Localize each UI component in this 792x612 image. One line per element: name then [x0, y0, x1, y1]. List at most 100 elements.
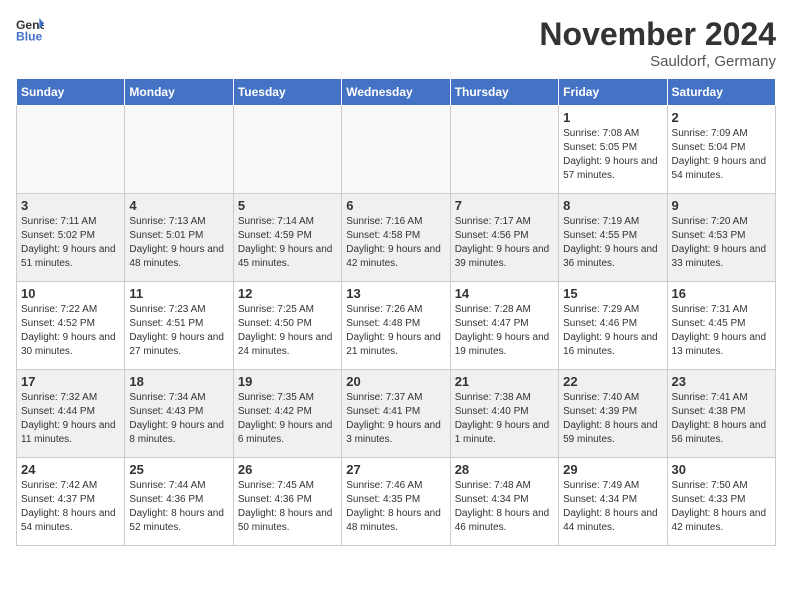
calendar-cell: 7 Sunrise: 7:17 AM Sunset: 4:56 PM Daylig…	[450, 194, 558, 282]
day-number: 9	[672, 198, 771, 213]
day-detail: Sunrise: 7:37 AM Sunset: 4:41 PM Dayligh…	[346, 391, 445, 447]
day-header-tuesday: Tuesday	[233, 79, 341, 106]
day-number: 11	[129, 286, 228, 301]
calendar-cell	[233, 106, 341, 194]
calendar-cell: 24 Sunrise: 7:42 AM Sunset: 4:37 PM Dayli…	[17, 458, 125, 546]
day-number: 8	[563, 198, 662, 213]
month-title: November 2024	[539, 16, 776, 53]
day-detail: Sunrise: 7:34 AM Sunset: 4:43 PM Dayligh…	[129, 391, 228, 447]
calendar-week-1: 1 Sunrise: 7:08 AM Sunset: 5:05 PM Daylig…	[17, 106, 776, 194]
day-header-thursday: Thursday	[450, 79, 558, 106]
calendar-cell	[342, 106, 450, 194]
svg-text:Blue: Blue	[16, 29, 43, 43]
calendar-week-5: 24 Sunrise: 7:42 AM Sunset: 4:37 PM Dayli…	[17, 458, 776, 546]
day-detail: Sunrise: 7:29 AM Sunset: 4:46 PM Dayligh…	[563, 303, 662, 359]
calendar-cell: 12 Sunrise: 7:25 AM Sunset: 4:50 PM Dayli…	[233, 282, 341, 370]
day-detail: Sunrise: 7:23 AM Sunset: 4:51 PM Dayligh…	[129, 303, 228, 359]
calendar-cell: 19 Sunrise: 7:35 AM Sunset: 4:42 PM Dayli…	[233, 370, 341, 458]
calendar-cell: 27Sunrise: 7:46 AM Sunset: 4:35 PM Dayli…	[342, 458, 450, 546]
day-number: 20	[346, 374, 445, 389]
day-number: 22	[563, 374, 662, 389]
day-detail: Sunrise: 7:19 AM Sunset: 4:55 PM Dayligh…	[563, 215, 662, 271]
location-subtitle: Sauldorf, Germany	[539, 53, 776, 70]
day-detail: Sunrise: 7:35 AM Sunset: 4:42 PM Dayligh…	[238, 391, 337, 447]
calendar-cell: 15 Sunrise: 7:29 AM Sunset: 4:46 PM Dayli…	[559, 282, 667, 370]
day-number: 1	[563, 110, 662, 125]
day-detail: Sunrise: 7:44 AM Sunset: 4:36 PM Dayligh…	[129, 479, 228, 535]
day-detail: Sunrise: 7:50 AM Sunset: 4:33 PM Dayligh…	[672, 479, 771, 535]
calendar-cell: 25 Sunrise: 7:44 AM Sunset: 4:36 PM Dayli…	[125, 458, 233, 546]
calendar-body: 1 Sunrise: 7:08 AM Sunset: 5:05 PM Daylig…	[17, 106, 776, 546]
day-header-saturday: Saturday	[667, 79, 775, 106]
calendar-cell: 20 Sunrise: 7:37 AM Sunset: 4:41 PM Dayli…	[342, 370, 450, 458]
day-detail: Sunrise: 7:49 AM Sunset: 4:34 PM Dayligh…	[563, 479, 662, 535]
day-number: 3	[21, 198, 120, 213]
calendar-cell	[450, 106, 558, 194]
calendar-cell: 4Sunrise: 7:13 AM Sunset: 5:01 PM Daylig…	[125, 194, 233, 282]
calendar-cell: 5 Sunrise: 7:14 AM Sunset: 4:59 PM Daylig…	[233, 194, 341, 282]
day-number: 5	[238, 198, 337, 213]
day-number: 6	[346, 198, 445, 213]
day-number: 10	[21, 286, 120, 301]
day-number: 13	[346, 286, 445, 301]
calendar-cell: 28 Sunrise: 7:48 AM Sunset: 4:34 PM Dayli…	[450, 458, 558, 546]
day-header-friday: Friday	[559, 79, 667, 106]
day-number: 2	[672, 110, 771, 125]
day-detail: Sunrise: 7:25 AM Sunset: 4:50 PM Dayligh…	[238, 303, 337, 359]
calendar-cell: 9 Sunrise: 7:20 AM Sunset: 4:53 PM Daylig…	[667, 194, 775, 282]
calendar-table: SundayMondayTuesdayWednesdayThursdayFrid…	[16, 78, 776, 546]
calendar-cell: 13 Sunrise: 7:26 AM Sunset: 4:48 PM Dayli…	[342, 282, 450, 370]
calendar-cell: 6 Sunrise: 7:16 AM Sunset: 4:58 PM Daylig…	[342, 194, 450, 282]
calendar-cell: 10 Sunrise: 7:22 AM Sunset: 4:52 PM Dayli…	[17, 282, 125, 370]
calendar-cell: 3 Sunrise: 7:11 AM Sunset: 5:02 PM Daylig…	[17, 194, 125, 282]
calendar-week-4: 17 Sunrise: 7:32 AM Sunset: 4:44 PM Dayli…	[17, 370, 776, 458]
day-detail: Sunrise: 7:11 AM Sunset: 5:02 PM Dayligh…	[21, 215, 120, 271]
day-detail: Sunrise: 7:14 AM Sunset: 4:59 PM Dayligh…	[238, 215, 337, 271]
day-number: 15	[563, 286, 662, 301]
calendar-cell: 14 Sunrise: 7:28 AM Sunset: 4:47 PM Dayli…	[450, 282, 558, 370]
day-header-wednesday: Wednesday	[342, 79, 450, 106]
day-detail: Sunrise: 7:48 AM Sunset: 4:34 PM Dayligh…	[455, 479, 554, 535]
day-detail: Sunrise: 7:31 AM Sunset: 4:45 PM Dayligh…	[672, 303, 771, 359]
day-number: 17	[21, 374, 120, 389]
day-number: 18	[129, 374, 228, 389]
day-detail: Sunrise: 7:38 AM Sunset: 4:40 PM Dayligh…	[455, 391, 554, 447]
day-detail: Sunrise: 7:16 AM Sunset: 4:58 PM Dayligh…	[346, 215, 445, 271]
calendar-week-2: 3 Sunrise: 7:11 AM Sunset: 5:02 PM Daylig…	[17, 194, 776, 282]
title-area: November 2024 Sauldorf, Germany	[539, 16, 776, 70]
day-detail: Sunrise: 7:45 AM Sunset: 4:36 PM Dayligh…	[238, 479, 337, 535]
day-detail: Sunrise: 7:42 AM Sunset: 4:37 PM Dayligh…	[21, 479, 120, 535]
day-number: 19	[238, 374, 337, 389]
day-number: 25	[129, 462, 228, 477]
day-number: 24	[21, 462, 120, 477]
day-detail: Sunrise: 7:32 AM Sunset: 4:44 PM Dayligh…	[21, 391, 120, 447]
calendar-week-3: 10 Sunrise: 7:22 AM Sunset: 4:52 PM Dayli…	[17, 282, 776, 370]
day-number: 16	[672, 286, 771, 301]
day-detail: Sunrise: 7:28 AM Sunset: 4:47 PM Dayligh…	[455, 303, 554, 359]
calendar-cell: 29 Sunrise: 7:49 AM Sunset: 4:34 PM Dayli…	[559, 458, 667, 546]
day-detail: Sunrise: 7:17 AM Sunset: 4:56 PM Dayligh…	[455, 215, 554, 271]
day-number: 29	[563, 462, 662, 477]
day-detail: Sunrise: 7:20 AM Sunset: 4:53 PM Dayligh…	[672, 215, 771, 271]
day-detail: Sunrise: 7:26 AM Sunset: 4:48 PM Dayligh…	[346, 303, 445, 359]
calendar-cell	[17, 106, 125, 194]
calendar-cell: 18 Sunrise: 7:34 AM Sunset: 4:43 PM Dayli…	[125, 370, 233, 458]
calendar-cell: 23Sunrise: 7:41 AM Sunset: 4:38 PM Dayli…	[667, 370, 775, 458]
header: General Blue November 2024 Sauldorf, Ger…	[16, 16, 776, 70]
day-number: 26	[238, 462, 337, 477]
day-header-sunday: Sunday	[17, 79, 125, 106]
day-number: 12	[238, 286, 337, 301]
day-number: 28	[455, 462, 554, 477]
day-number: 7	[455, 198, 554, 213]
logo: General Blue	[16, 16, 44, 44]
calendar-cell: 17 Sunrise: 7:32 AM Sunset: 4:44 PM Dayli…	[17, 370, 125, 458]
calendar-cell: 11 Sunrise: 7:23 AM Sunset: 4:51 PM Dayli…	[125, 282, 233, 370]
calendar-cell: 2Sunrise: 7:09 AM Sunset: 5:04 PM Daylig…	[667, 106, 775, 194]
calendar-cell: 26 Sunrise: 7:45 AM Sunset: 4:36 PM Dayli…	[233, 458, 341, 546]
day-number: 27	[346, 462, 445, 477]
day-header-monday: Monday	[125, 79, 233, 106]
calendar-header-row: SundayMondayTuesdayWednesdayThursdayFrid…	[17, 79, 776, 106]
day-detail: Sunrise: 7:22 AM Sunset: 4:52 PM Dayligh…	[21, 303, 120, 359]
day-number: 14	[455, 286, 554, 301]
day-detail: Sunrise: 7:08 AM Sunset: 5:05 PM Dayligh…	[563, 127, 662, 183]
